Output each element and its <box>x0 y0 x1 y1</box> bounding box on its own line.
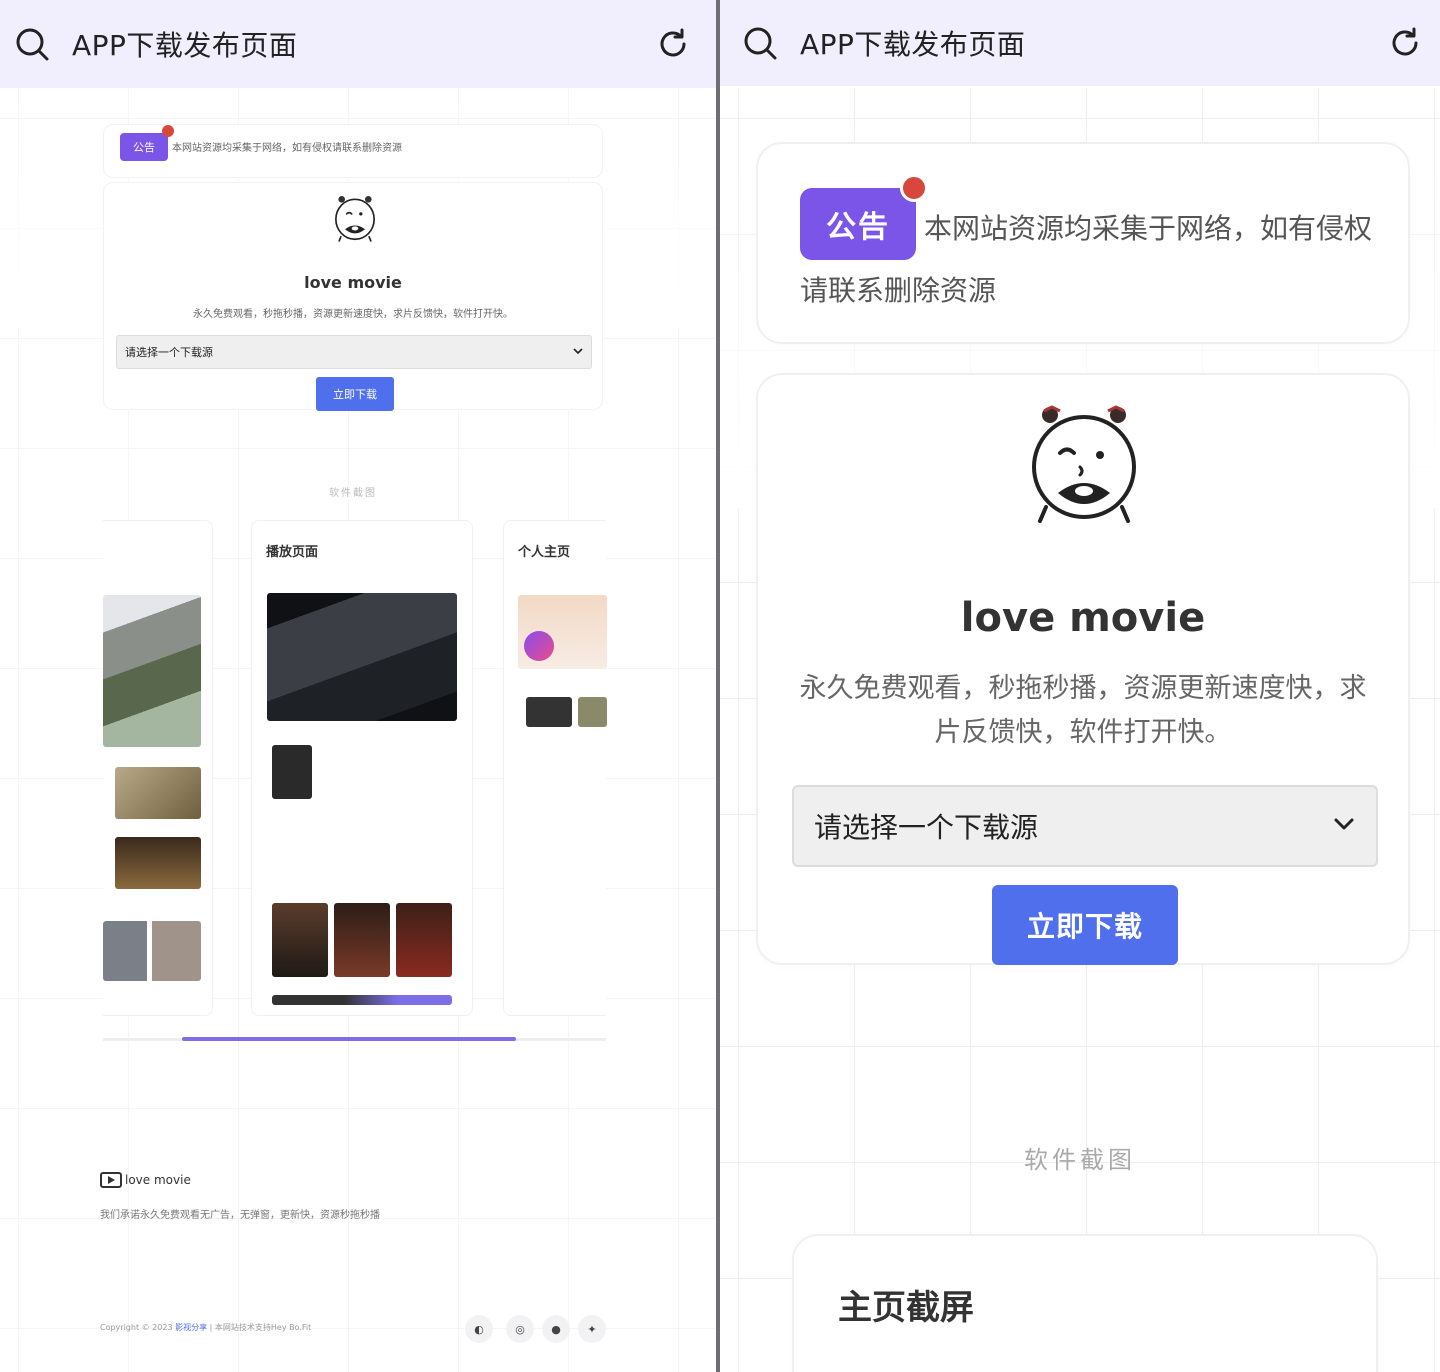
footer-brand: love movie <box>100 1172 191 1188</box>
screenshots-heading: 软件截图 <box>1024 1146 1136 1174</box>
twitter-icon[interactable]: ✦ <box>578 1315 606 1343</box>
page-title: APP下载发布页面 <box>800 28 1026 61</box>
app-logo-icon <box>335 195 375 242</box>
search-icon[interactable] <box>742 25 778 61</box>
download-button[interactable]: 立即下载 <box>316 377 394 411</box>
app-card: love movie 永久免费观看，秒拖秒播，资源更新速度快，求片反馈快，软件打… <box>103 182 603 411</box>
app-name: love movie <box>960 595 1206 641</box>
carousel-scrollbar-thumb[interactable] <box>182 1037 516 1041</box>
profile-mock-avatar <box>524 631 554 661</box>
notice-text: 本网站资源均采集于网络，如有侵权请联系删除资源 <box>172 143 402 154</box>
app-description: 永久免费观看，秒拖秒播，资源更新速度快，求片反馈快，软件打开快。 <box>799 673 1367 748</box>
refresh-icon[interactable] <box>1388 26 1422 60</box>
screenshot-card-title: 主页截屏 <box>838 1288 974 1328</box>
player-mock-thumb <box>396 903 452 977</box>
notice-dot <box>162 125 174 137</box>
screenshot-card-player[interactable]: 播放页面 <box>251 520 473 1016</box>
right-phone-screen: APP下载发布页面 本网站资源均采集于网络，如有侵权请联系删除资源 公告 lov… <box>720 0 1440 1372</box>
top-bar: APP下载发布页面 <box>0 0 716 88</box>
copyright: Copyright © 2023 影视分享 | 本网站技术支持Hey Bo.Fi… <box>100 1323 312 1332</box>
github-icon[interactable]: ● <box>542 1315 570 1343</box>
copyright-link[interactable]: 影视分享 <box>175 1323 207 1332</box>
download-button[interactable]: 立即下载 <box>992 885 1178 965</box>
screenshot-card-title: 个人主页 <box>518 545 571 560</box>
refresh-icon[interactable] <box>656 27 690 61</box>
screenshot-card[interactable]: 主页截屏 <box>792 1234 1378 1372</box>
notice-dot <box>900 174 928 202</box>
screenshot-thumbnail <box>103 595 201 747</box>
download-source-select[interactable]: 请选择一个下载源 <box>792 785 1378 867</box>
page-title: APP下载发布页面 <box>72 29 298 62</box>
app-logo-icon <box>1032 405 1136 523</box>
play-icon <box>100 1172 122 1188</box>
top-bar: APP下载发布页面 <box>720 0 1440 86</box>
screenshots-heading: 软件截图 <box>329 488 377 499</box>
player-mock-poster <box>272 745 312 799</box>
app-name: love movie <box>304 273 402 292</box>
screenshot-card[interactable] <box>103 520 213 1016</box>
left-phone-screen: APP下载发布页面 公告 本网站资源均采集于网络，如有侵权请联系删除资源 lov… <box>0 0 716 1372</box>
screenshot-thumbnail <box>115 767 201 819</box>
player-mock-thumb <box>272 903 328 977</box>
search-icon[interactable] <box>14 26 50 62</box>
theme-icon[interactable]: ◐ <box>465 1315 493 1343</box>
download-source-select[interactable]: 请选择一个下载源 <box>116 335 592 369</box>
select-label: 请选择一个下载源 <box>125 346 213 359</box>
notice-card: 本网站资源均采集于网络，如有侵权请联系删除资源 公告 <box>756 142 1410 344</box>
footer-brand-name: love movie <box>125 1173 191 1187</box>
footer-description: 我们承诺永久免费观看无广告，无弹窗，更新快，资源秒拖秒播 <box>100 1210 380 1221</box>
profile-mock-thumb <box>526 697 572 727</box>
screenshot-thumbnail <box>103 921 201 981</box>
screenshot-thumbnail <box>115 837 201 889</box>
player-mock-video <box>267 593 457 721</box>
player-mock-thumb <box>334 903 390 977</box>
instagram-icon[interactable]: ◎ <box>506 1315 534 1343</box>
screenshot-card-title: 播放页面 <box>266 545 319 560</box>
select-label: 请选择一个下载源 <box>814 811 1039 844</box>
chevron-down-icon <box>1332 810 1356 843</box>
notice-badge: 公告 <box>120 133 168 161</box>
app-description: 永久免费观看，秒拖秒播，资源更新速度快，求片反馈快，软件打开快。 <box>193 309 513 320</box>
app-card: love movie 永久免费观看，秒拖秒播，资源更新速度快，求片反馈快，软件打… <box>756 373 1410 965</box>
screenshot-card-profile[interactable]: 个人主页 <box>503 520 607 1016</box>
notice-badge: 公告 <box>800 188 916 260</box>
chevron-down-icon <box>573 346 583 359</box>
profile-mock-thumb <box>578 697 607 727</box>
notice-card: 公告 本网站资源均采集于网络，如有侵权请联系删除资源 <box>103 124 603 178</box>
player-mock-strip <box>272 995 452 1005</box>
